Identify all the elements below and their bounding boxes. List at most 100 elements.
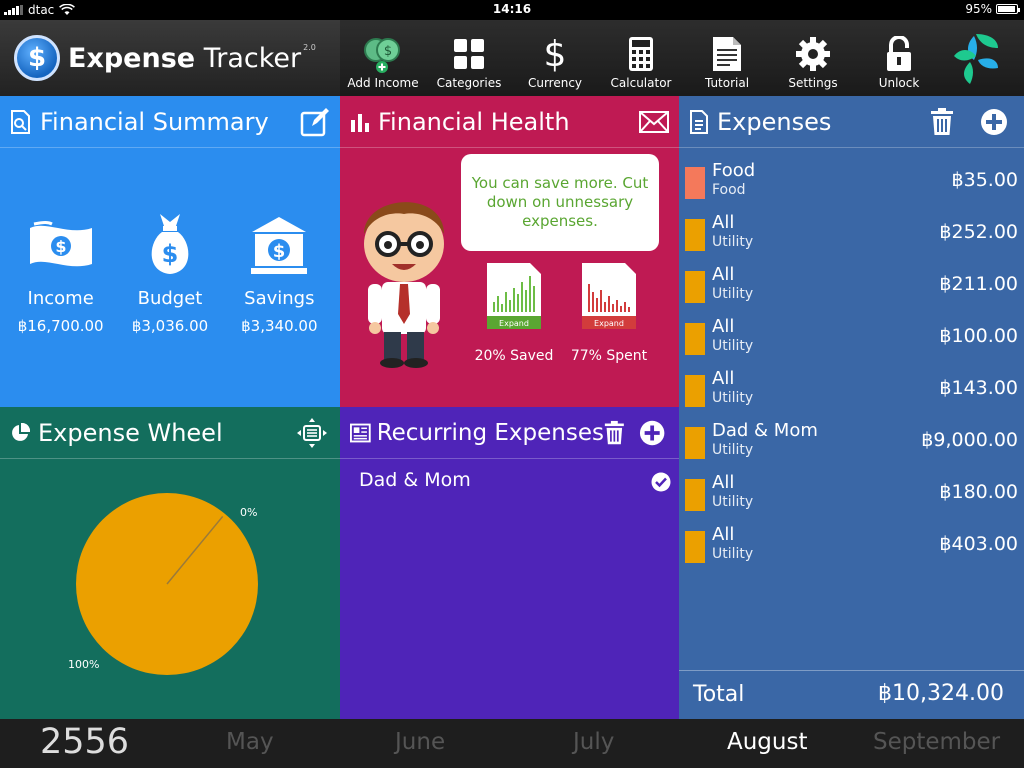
mascot-character-icon — [364, 202, 444, 368]
financial-summary-title: Financial Summary — [40, 107, 269, 136]
expense-row[interactable]: All Utility ฿211.00 — [679, 257, 1024, 309]
expense-name: Dad & Mom — [712, 420, 818, 441]
expense-name: All — [712, 524, 735, 545]
expense-category: Utility — [712, 234, 754, 250]
summary-budget[interactable]: $ Budget ฿3,036.00 — [115, 206, 224, 335]
expense-row[interactable]: All Utility ฿180.00 — [679, 465, 1024, 517]
month-june[interactable]: June — [395, 729, 445, 755]
expense-name: All — [712, 316, 735, 337]
summary-income[interactable]: $ Income ฿16,700.00 — [6, 206, 115, 335]
expense-name: All — [712, 212, 735, 233]
expense-pie-chart[interactable] — [0, 459, 340, 719]
trash-icon[interactable] — [930, 107, 954, 136]
tutorial-icon — [712, 32, 742, 76]
expense-name: All — [712, 472, 735, 493]
summary-doc-search-icon — [11, 109, 30, 134]
spent-report-icon[interactable]: Expand — [581, 262, 637, 330]
app-title-light: Tracker — [203, 42, 302, 74]
expense-row[interactable]: Food Food ฿35.00 — [679, 153, 1024, 205]
categories-icon — [453, 32, 485, 76]
expenses-panel: Expenses Food Food ฿35.00 All Utility ฿252.00… — [679, 96, 1024, 719]
expense-row[interactable]: All Utility ฿100.00 — [679, 309, 1024, 361]
spent-percent-label: 77% Spent — [570, 348, 648, 364]
pie-label-0-percent: 0% — [240, 506, 258, 519]
brand-leaf-icon — [954, 34, 998, 84]
financial-health-title: Financial Health — [378, 107, 570, 136]
expense-amount: ฿403.00 — [939, 533, 1018, 555]
battery-percent: 95% — [965, 2, 992, 16]
pie-chart-icon — [12, 422, 30, 441]
expenses-header: Expenses — [679, 96, 1024, 148]
expenses-title: Expenses — [717, 107, 832, 136]
expense-row[interactable]: Dad & Mom Utility ฿9,000.00 — [679, 413, 1024, 465]
expenses-total-value: ฿10,324.00 — [878, 681, 1004, 706]
recurring-item-name: Dad & Mom — [359, 469, 471, 491]
expense-color-swatch — [685, 375, 705, 407]
expenses-total: Total ฿10,324.00 — [679, 670, 1024, 719]
saved-percent-label: 20% Saved — [474, 348, 554, 364]
expenses-total-label: Total — [693, 682, 745, 707]
battery-icon — [996, 4, 1020, 14]
recurring-trash-icon[interactable] — [604, 420, 625, 446]
expense-category: Utility — [712, 442, 754, 458]
summary-items: $ Income ฿16,700.00 $ Budget ฿3,036.00 $… — [0, 206, 340, 335]
expense-category: Utility — [712, 286, 754, 302]
expense-amount: ฿143.00 — [939, 377, 1018, 399]
summary-budget-value: ฿3,036.00 — [131, 317, 209, 335]
expense-amount: ฿100.00 — [939, 325, 1018, 347]
add-recurring-icon[interactable] — [639, 419, 665, 447]
app-title: Expense Tracker 2.0 — [68, 43, 316, 74]
expand-icon[interactable] — [296, 417, 328, 449]
recurring-expenses-panel: Recurring Expenses Dad & Mom — [340, 407, 679, 719]
expense-category: Utility — [712, 494, 754, 510]
summary-savings[interactable]: $ Savings ฿3,340.00 — [225, 206, 334, 335]
expense-color-swatch — [685, 427, 705, 459]
financial-summary-header: Financial Summary — [0, 96, 340, 148]
expense-color-swatch — [685, 323, 705, 355]
app-version: 2.0 — [303, 42, 316, 52]
brand: $ Expense Tracker 2.0 — [0, 20, 340, 96]
categories-button[interactable]: Categories — [426, 20, 512, 96]
app-title-bold: Expense — [68, 42, 196, 74]
expense-row[interactable]: All Utility ฿403.00 — [679, 517, 1024, 569]
saved-report-icon[interactable]: Expand — [486, 262, 542, 330]
calculator-button[interactable]: Calculator — [598, 20, 684, 96]
add-expense-icon[interactable] — [980, 108, 1008, 136]
mail-icon[interactable] — [639, 110, 669, 133]
battery-info: 95% — [965, 2, 1020, 16]
unlock-icon — [885, 32, 913, 76]
unlock-button[interactable]: Unlock — [856, 20, 942, 96]
add-income-button[interactable]: $ Add Income — [340, 20, 426, 96]
expense-row[interactable]: All Utility ฿143.00 — [679, 361, 1024, 413]
settings-button[interactable]: Settings — [770, 20, 856, 96]
tutorial-label: Tutorial — [704, 76, 750, 90]
expense-wheel-header: Expense Wheel — [0, 407, 340, 459]
month-july[interactable]: July — [573, 729, 614, 755]
month-timeline: 2556 May June July August September — [0, 719, 1024, 768]
calculator-label: Calculator — [610, 76, 672, 90]
expenses-document-icon — [690, 109, 708, 134]
year-label[interactable]: 2556 — [40, 722, 129, 762]
recurring-item[interactable]: Dad & Mom — [340, 459, 679, 503]
currency-icon: $ — [543, 33, 567, 75]
check-circle-icon[interactable] — [651, 472, 671, 492]
month-may[interactable]: May — [226, 729, 274, 755]
currency-button[interactable]: $ Currency — [512, 20, 598, 96]
month-august[interactable]: August — [727, 729, 808, 755]
expense-name: All — [712, 264, 735, 285]
tutorial-button[interactable]: Tutorial — [684, 20, 770, 96]
expense-color-swatch — [685, 271, 705, 303]
expense-wheel-panel: Expense Wheel 0% 100% — [0, 407, 340, 719]
saved-expand-label: Expand — [499, 319, 529, 328]
expense-category: Food — [712, 182, 746, 198]
edit-icon[interactable] — [300, 107, 330, 137]
add-income-label: Add Income — [347, 76, 419, 90]
expense-color-swatch — [685, 531, 705, 563]
financial-health-header: Financial Health — [340, 96, 679, 148]
month-september[interactable]: September — [873, 729, 1000, 755]
expense-row[interactable]: All Utility ฿252.00 — [679, 205, 1024, 257]
settings-icon — [795, 32, 831, 76]
expense-amount: ฿180.00 — [939, 481, 1018, 503]
expense-amount: ฿211.00 — [939, 273, 1018, 295]
recurring-expenses-header: Recurring Expenses — [340, 407, 679, 459]
